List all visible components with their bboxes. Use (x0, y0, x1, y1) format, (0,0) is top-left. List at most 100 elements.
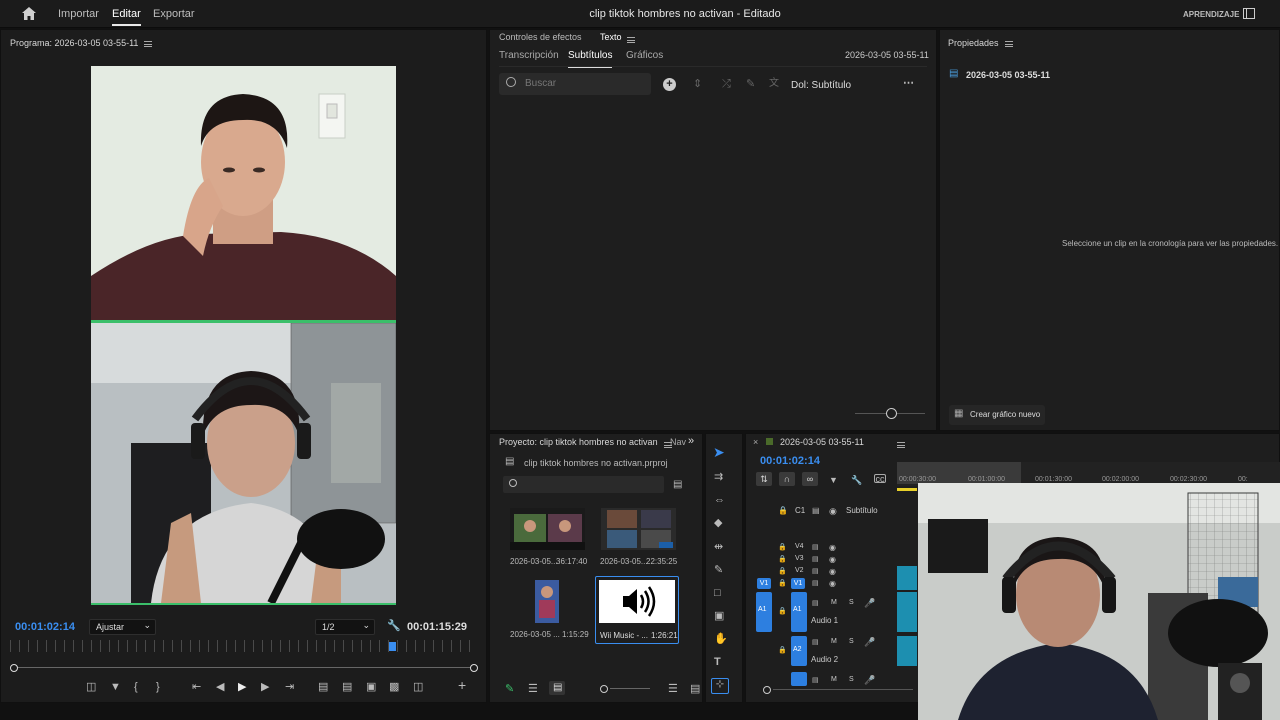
film-icon[interactable]: ▤ (812, 542, 819, 554)
caption-track-label[interactable]: Dol: Subtítulo (791, 80, 851, 91)
extract-icon[interactable]: ◫ (86, 681, 96, 693)
track-select-icon[interactable]: ⇉ (714, 471, 723, 483)
menu-exportar[interactable]: Exportar (153, 8, 195, 20)
search-input[interactable]: Buscar (499, 73, 651, 95)
work-area-bar[interactable] (897, 488, 917, 491)
scale-tool-icon[interactable]: ▣ (714, 610, 724, 622)
pen-tool-icon[interactable]: ✎ (714, 564, 723, 576)
wrench-icon[interactable]: 🔧 (387, 620, 401, 632)
lock-icon[interactable]: 🔒 (778, 578, 787, 590)
zoom-handle-right[interactable] (470, 664, 478, 672)
film-icon[interactable]: ▤ (812, 554, 819, 566)
zoom-handle-left[interactable] (10, 664, 18, 672)
snap-button[interactable]: ⇅ (756, 472, 772, 486)
lock-icon[interactable]: 🔒 (778, 554, 787, 566)
mute-button[interactable]: M (831, 599, 837, 606)
audio-clip[interactable] (897, 592, 917, 632)
create-graphic-button[interactable]: ▦ Crear gráfico nuevo (949, 405, 1045, 425)
lock-icon[interactable]: 🔒 (778, 645, 787, 657)
learning-button[interactable]: APRENDIZAJE (1183, 10, 1239, 19)
video-track-v1[interactable]: V1 (791, 578, 805, 589)
panel-menu-icon[interactable] (897, 442, 906, 449)
add-button-icon[interactable]: + (458, 678, 466, 692)
eye-icon[interactable]: ◉ (829, 542, 836, 554)
video-clip[interactable] (897, 566, 917, 590)
film-icon[interactable]: ▤ (812, 566, 819, 578)
project-search-input[interactable] (503, 476, 664, 493)
film-icon[interactable]: ▤ (812, 637, 819, 649)
tab-text[interactable]: Texto (600, 32, 622, 42)
icon-view-button[interactable]: ▤ (549, 681, 565, 695)
resolution-dropdown[interactable]: 1/2 ⌄ (315, 619, 375, 635)
tab-effect-controls[interactable]: Controles de efectos (499, 32, 582, 42)
solo-button[interactable]: S (849, 638, 854, 645)
add-caption-icon[interactable]: + (663, 78, 676, 91)
lift-icon[interactable]: ▤ (318, 681, 328, 693)
translate-icon[interactable]: 文 (769, 78, 779, 90)
slip-tool-icon[interactable]: ⇹ (714, 541, 723, 553)
microphone-icon[interactable]: 🎤 (864, 674, 875, 686)
merge-caption-icon[interactable]: ⤮ (722, 78, 731, 90)
mark-out-icon[interactable]: } (156, 681, 160, 693)
new-bin-icon[interactable]: ▤ (673, 479, 682, 491)
ripple-edit-icon[interactable]: ⇔ (714, 494, 725, 506)
close-icon[interactable]: × (753, 437, 758, 447)
thumb-size-handle[interactable] (600, 685, 608, 693)
magnet-button[interactable]: ∩ (779, 472, 795, 486)
program-timecode[interactable]: 00:01:02:14 (15, 621, 75, 633)
audio-track-a2[interactable]: A2 (791, 636, 807, 666)
project-title[interactable]: Proyecto: clip tiktok hombres no activan (499, 437, 658, 447)
overwrite-icon[interactable]: ▤ (342, 681, 352, 693)
selection-tool-icon[interactable]: ➤ (713, 445, 725, 459)
go-to-in-icon[interactable]: ⇤ (192, 681, 201, 693)
razor-icon[interactable]: ◆ (714, 517, 722, 529)
film-icon[interactable]: ▤ (812, 675, 819, 687)
mute-button[interactable]: M (831, 638, 837, 645)
audio-clip-thumb[interactable] (599, 580, 675, 623)
tab-transcripcion[interactable]: Transcripción (499, 50, 559, 61)
program-ruler[interactable] (10, 640, 476, 652)
sort-icon[interactable]: ☰ (668, 683, 678, 695)
project-item-thumb[interactable] (510, 508, 585, 550)
menu-editar[interactable]: Editar (112, 8, 141, 26)
more-options-icon[interactable]: ⋯ (903, 77, 914, 89)
edit-pencil-icon[interactable]: ✎ (746, 78, 755, 90)
mark-in-icon[interactable]: { (134, 681, 138, 693)
list-view-icon[interactable]: ☰ (528, 683, 538, 695)
eye-icon[interactable]: ◉ (829, 505, 837, 517)
tab-nav[interactable]: Nav (670, 437, 686, 447)
film-icon[interactable]: ▤ (812, 505, 820, 517)
audio-track-a1[interactable]: A1 (791, 592, 807, 632)
fit-dropdown[interactable]: Ajustar ⌄ (89, 619, 156, 635)
linked-button[interactable]: ∞ (802, 472, 818, 486)
zoom-bar[interactable] (12, 667, 475, 668)
project-item-thumb[interactable] (535, 580, 559, 623)
panel-menu-icon[interactable] (627, 37, 635, 44)
type-tool-icon[interactable]: T (714, 656, 721, 668)
eye-icon[interactable]: ◉ (829, 554, 836, 566)
source-v1-toggle[interactable]: V1 (757, 578, 771, 589)
project-item-thumb[interactable] (601, 508, 676, 550)
microphone-icon[interactable]: 🎤 (864, 636, 875, 648)
go-to-out-icon[interactable]: ⇥ (285, 681, 294, 693)
split-caption-icon[interactable]: ⇕ (693, 78, 702, 90)
menu-importar[interactable]: Importar (58, 8, 99, 20)
timeline-title[interactable]: 2026-03-05 03-55-11 (780, 437, 864, 447)
lock-icon[interactable]: 🔒 (778, 505, 788, 517)
eye-icon[interactable]: ◉ (829, 578, 836, 590)
home-icon[interactable] (22, 7, 36, 20)
lock-icon[interactable]: 🔒 (778, 606, 787, 618)
rectangle-tool-icon[interactable]: □ (714, 587, 721, 599)
automate-icon[interactable]: ▤ (690, 683, 700, 695)
microphone-icon[interactable]: 🎤 (864, 597, 875, 609)
tab-graficos[interactable]: Gráficos (626, 50, 663, 61)
timeline-scrollbar[interactable] (773, 689, 913, 690)
marker-icon[interactable]: ▼ (110, 681, 121, 693)
camera-icon[interactable]: ▣ (366, 681, 376, 693)
source-a1-toggle[interactable]: A1 (756, 592, 772, 632)
solo-button[interactable]: S (849, 599, 854, 606)
more-tabs-icon[interactable]: » (688, 435, 694, 447)
panel-menu-icon[interactable] (1004, 40, 1013, 47)
film-icon[interactable]: ▤ (812, 598, 819, 610)
film-icon[interactable]: ▤ (812, 578, 819, 590)
